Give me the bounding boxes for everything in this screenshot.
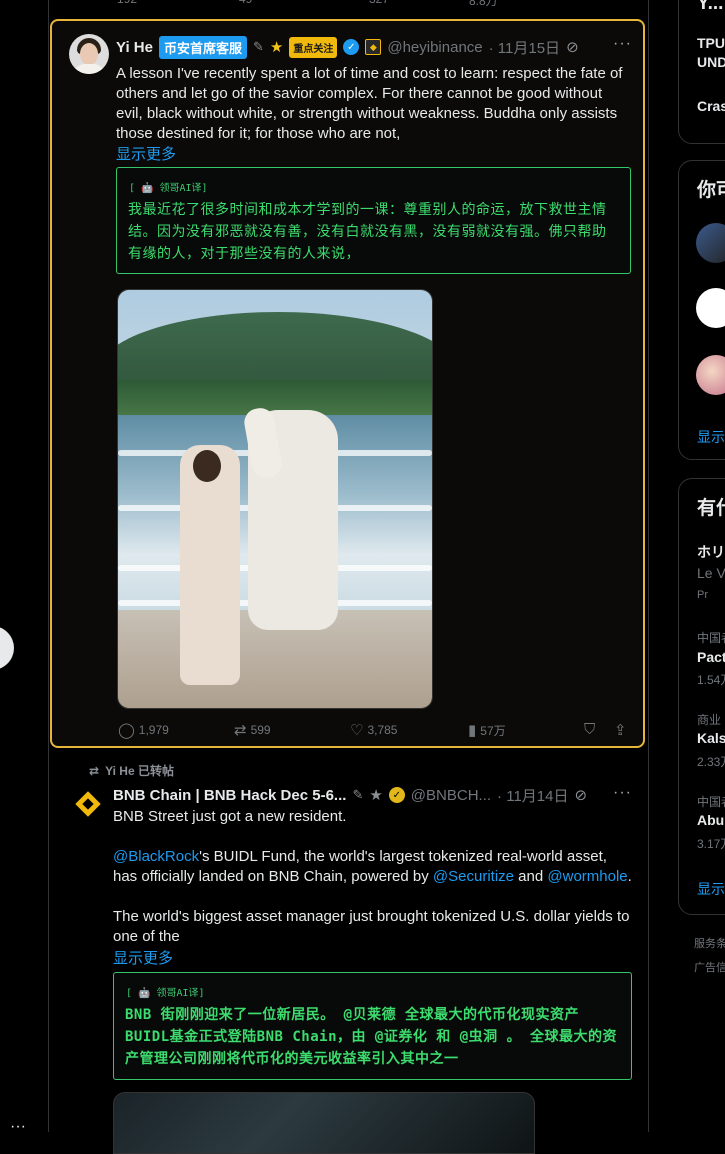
- author-handle[interactable]: @BNBCH...: [411, 787, 491, 804]
- trending-card: Y... TPU UND Cras: [678, 0, 725, 144]
- trend-item[interactable]: Kalsh: [697, 730, 725, 746]
- reply-count: 1,979: [138, 723, 169, 737]
- star-icon[interactable]: ★: [270, 38, 283, 56]
- trend-item[interactable]: Cras: [697, 98, 725, 114]
- avatar[interactable]: [70, 786, 106, 822]
- timeline-column: 192 49 327 8.8万 Yi He 币安首席客服 ✎ ★ 重点关注 ✓ …: [48, 0, 649, 1154]
- mention-link[interactable]: @wormhole: [547, 868, 627, 885]
- previous-tweet-stats: 192 49 327 8.8万: [49, 0, 648, 18]
- tweet-header: Yi He 币安首席客服 ✎ ★ 重点关注 ✓ ◆ @heyibinance ·…: [116, 35, 579, 59]
- verified-icon: ✓: [388, 787, 405, 803]
- footer-link[interactable]: 广告信: [694, 959, 725, 975]
- tweet-actions: ◯ 1,979 ⇄ 599 ♡ 3,785 ▮ 57万 ⛉ ⇪: [118, 721, 632, 741]
- reply-button[interactable]: ◯ 1,979: [118, 721, 169, 739]
- like-count: 3,785: [367, 723, 398, 737]
- heart-icon: ♡: [350, 722, 364, 739]
- whats-happening-card: 有什 ホリ Le Vo Pr 中国者 Pact 1.54万 商业 Kalsh 2…: [678, 478, 725, 915]
- bookmark-icon: ⛉: [584, 721, 596, 738]
- repost-button[interactable]: ⇄ 599: [234, 721, 271, 739]
- tweet-header: BNB Chain | BNB Hack Dec 5-6... ✎ ★ ✓ @B…: [113, 784, 587, 806]
- views-button[interactable]: ▮ 57万: [468, 721, 506, 739]
- prev-repost-count: 49: [239, 0, 252, 6]
- share-icon: ⇪: [614, 722, 627, 739]
- right-sidebar: Y... TPU UND Cras 你可 显示 有什 ホリ Le Vo Pr 中…: [678, 0, 725, 1132]
- mute-icon[interactable]: ⊘: [574, 786, 587, 804]
- verified-icon: ✓: [343, 39, 360, 55]
- show-more-link[interactable]: 显示更多: [116, 143, 176, 164]
- repost-count: 599: [250, 723, 271, 737]
- footer-link[interactable]: 服务条: [694, 935, 725, 951]
- views-icon: ▮: [468, 722, 477, 739]
- pencil-icon[interactable]: ✎: [253, 39, 264, 55]
- avatar[interactable]: [696, 288, 725, 328]
- star-icon[interactable]: ★: [369, 786, 382, 804]
- translation-tag: [ 🤖 领哥AI译]: [126, 988, 205, 999]
- author-name[interactable]: Yi He: [116, 39, 153, 56]
- prev-view-count: 8.8万: [469, 0, 498, 8]
- card-title: 你可: [697, 180, 725, 201]
- mention-link[interactable]: @Securitize: [433, 868, 514, 885]
- tweet-date[interactable]: · 11月15日: [489, 37, 560, 58]
- show-more-link[interactable]: 显示: [697, 879, 725, 899]
- translation-box: [ 🤖 领哥AI译] BNB 街刚刚迎来了一位新居民。 @贝莱德 全球最大的代币…: [113, 972, 632, 1080]
- who-to-follow-card: 你可 显示: [678, 160, 725, 460]
- bookmark-button[interactable]: ⛉: [584, 721, 595, 738]
- trend-item[interactable]: Pact: [697, 649, 725, 665]
- pencil-icon[interactable]: ✎: [352, 787, 363, 803]
- follow-badge: 重点关注: [289, 36, 338, 58]
- tweet-media[interactable]: [113, 1092, 535, 1154]
- promoted-label: Pr: [697, 589, 708, 601]
- affiliate-icon: ◆: [365, 39, 382, 55]
- highlighted-tweet[interactable]: Yi He 币安首席客服 ✎ ★ 重点关注 ✓ ◆ @heyibinance ·…: [50, 19, 645, 748]
- title-badge: 币安首席客服: [158, 35, 247, 59]
- tweet-text-paragraph3: The world's biggest asset manager just b…: [113, 908, 630, 945]
- prev-reply-count: 192: [117, 0, 137, 6]
- repost-icon: ⇄: [89, 763, 100, 778]
- avatar[interactable]: [69, 34, 109, 74]
- mention-link[interactable]: @BlackRock: [113, 848, 199, 865]
- tweet-text-line1: BNB Street just got a new resident.: [113, 808, 347, 825]
- tweet-text: A lesson I've recently spent a lot of ti…: [116, 65, 623, 142]
- more-options-icon[interactable]: ···: [613, 784, 632, 802]
- trend-item[interactable]: TPU: [697, 35, 725, 51]
- translation-text: BNB 街刚刚迎来了一位新居民。 @贝莱德 全球最大的代币化现实资产BUIDL基…: [125, 1007, 618, 1067]
- translation-box: [ 🤖 领哥AI译] 我最近花了很多时间和成本才学到的一课：尊重别人的命运，放下…: [116, 167, 631, 274]
- trend-item[interactable]: ホリ: [697, 542, 725, 562]
- repost-icon: ⇄: [234, 722, 247, 739]
- prev-like-count: 327: [369, 0, 389, 6]
- like-button[interactable]: ♡ 3,785: [350, 721, 397, 739]
- author-name[interactable]: BNB Chain | BNB Hack Dec 5-6...: [113, 787, 346, 804]
- more-options-icon[interactable]: ···: [613, 35, 632, 53]
- author-handle[interactable]: @heyibinance: [387, 39, 482, 56]
- tweet-photo[interactable]: [117, 289, 433, 709]
- show-more-link[interactable]: 显示更多: [113, 947, 173, 968]
- tweet-text-paragraph2: @BlackRock's BUIDL Fund, the world's lar…: [113, 848, 632, 885]
- card-title: 有什: [697, 498, 725, 519]
- retweet-label[interactable]: ⇄ Yi He 已转帖: [89, 762, 174, 779]
- mute-icon[interactable]: ⊘: [566, 38, 579, 56]
- share-button[interactable]: ⇪: [614, 721, 627, 739]
- tweet-date[interactable]: · 11月14日: [497, 785, 568, 806]
- translation-tag: [ 🤖 领哥AI译]: [129, 183, 208, 194]
- more-dots-icon[interactable]: ···: [10, 1118, 26, 1136]
- reply-icon: ◯: [118, 722, 135, 739]
- trend-item[interactable]: Abu: [697, 812, 724, 828]
- translation-text: 我最近花了很多时间和成本才学到的一课：尊重别人的命运，放下救世主情结。因为没有邪…: [128, 202, 607, 262]
- avatar[interactable]: [696, 223, 725, 263]
- view-count: 57万: [480, 723, 506, 738]
- scroll-back-button[interactable]: [0, 626, 14, 670]
- show-more-link[interactable]: 显示: [697, 427, 725, 447]
- avatar[interactable]: [696, 355, 725, 395]
